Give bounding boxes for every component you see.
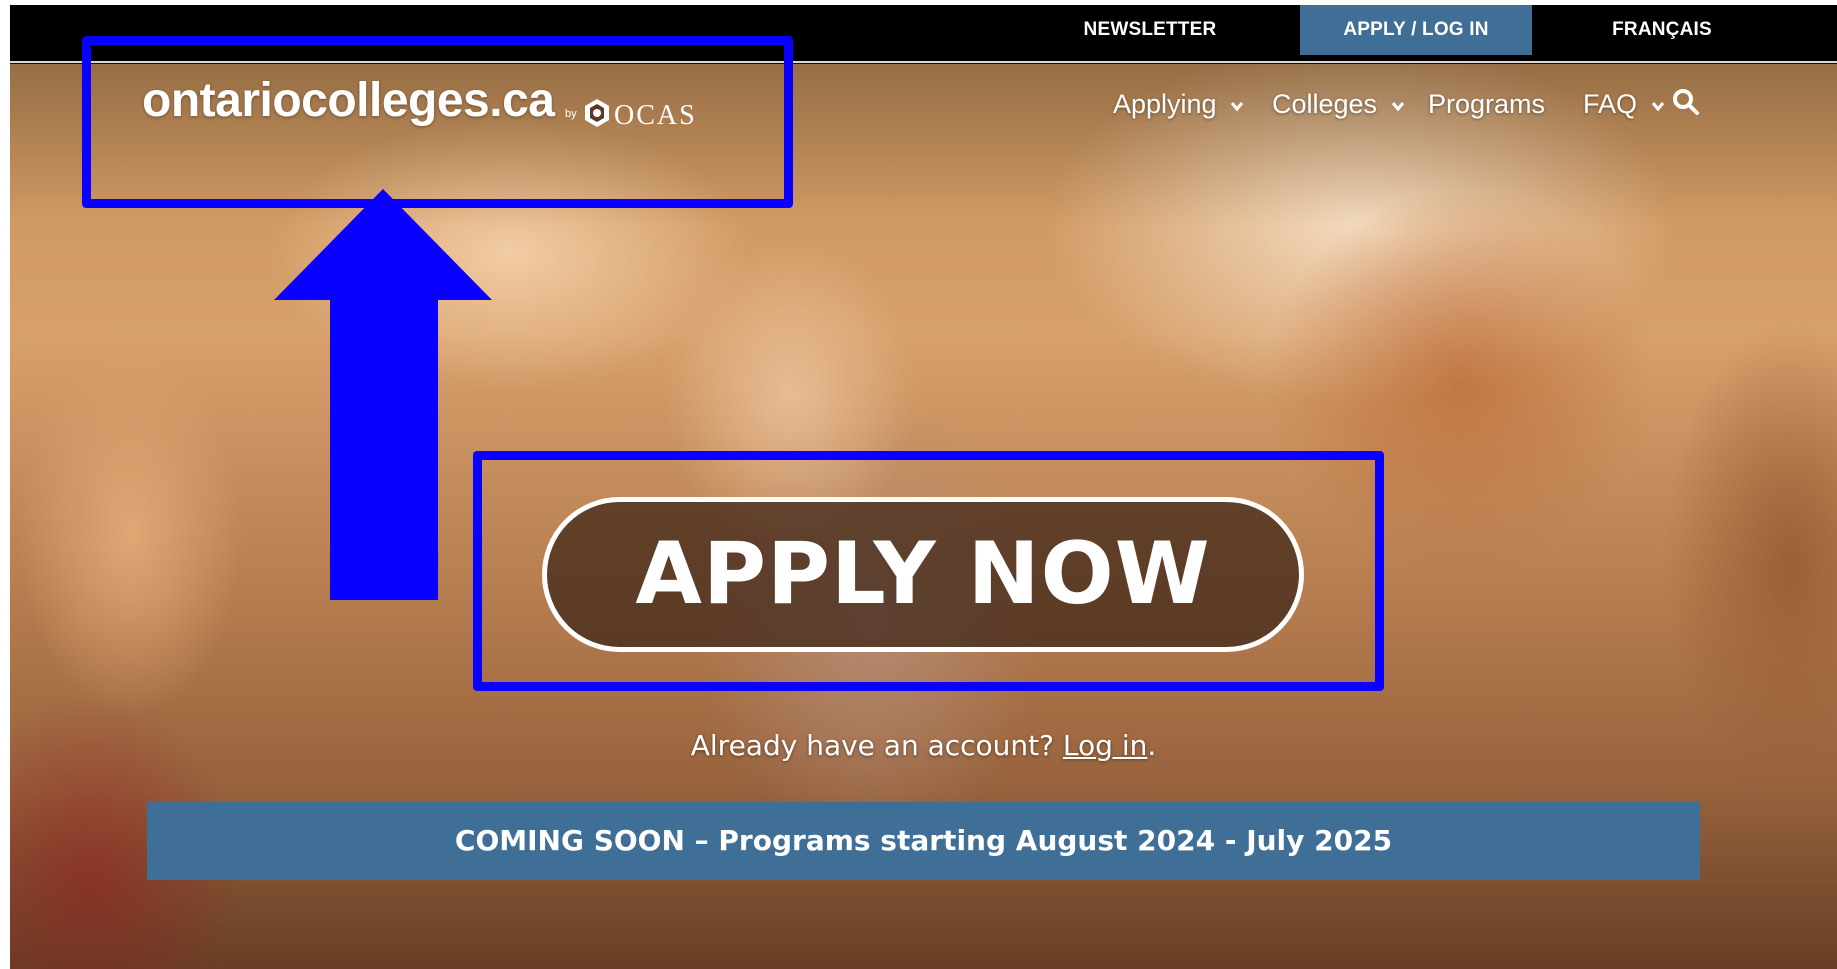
nav-item-label: Colleges [1272, 89, 1378, 119]
nav-item-colleges[interactable]: Colleges [1272, 89, 1405, 120]
nav-item-programs[interactable]: Programs [1428, 89, 1545, 120]
chevron-down-icon [1651, 101, 1664, 112]
login-prompt: Already have an account? Log in. [10, 729, 1837, 762]
page-frame: NEWSLETTER APPLY / LOG IN FRANÇAIS ontar… [10, 5, 1837, 969]
language-toggle-link[interactable]: FRANÇAIS [1587, 5, 1737, 55]
coming-soon-banner: COMING SOON – Programs starting August 2… [147, 802, 1700, 880]
chevron-down-icon [1391, 101, 1404, 112]
newsletter-link[interactable]: NEWSLETTER [1080, 5, 1220, 55]
chevron-down-icon [1230, 101, 1244, 112]
nav-item-label: Applying [1113, 89, 1217, 119]
nav-item-label: Programs [1428, 89, 1546, 119]
search-icon[interactable] [1672, 88, 1700, 116]
nav-item-faq[interactable]: FAQ [1583, 89, 1665, 120]
annotation-box-apply-now [473, 451, 1384, 691]
account-prompt-text: Already have an account? [690, 729, 1055, 762]
annotation-box-logo [82, 36, 793, 208]
nav-item-applying[interactable]: Applying [1113, 89, 1244, 120]
login-link[interactable]: Log in [1063, 729, 1147, 762]
nav-item-label: FAQ [1583, 89, 1638, 119]
login-suffix: . [1147, 729, 1157, 762]
apply-login-link[interactable]: APPLY / LOG IN [1300, 5, 1532, 55]
annotation-up-arrow-icon [274, 189, 492, 600]
